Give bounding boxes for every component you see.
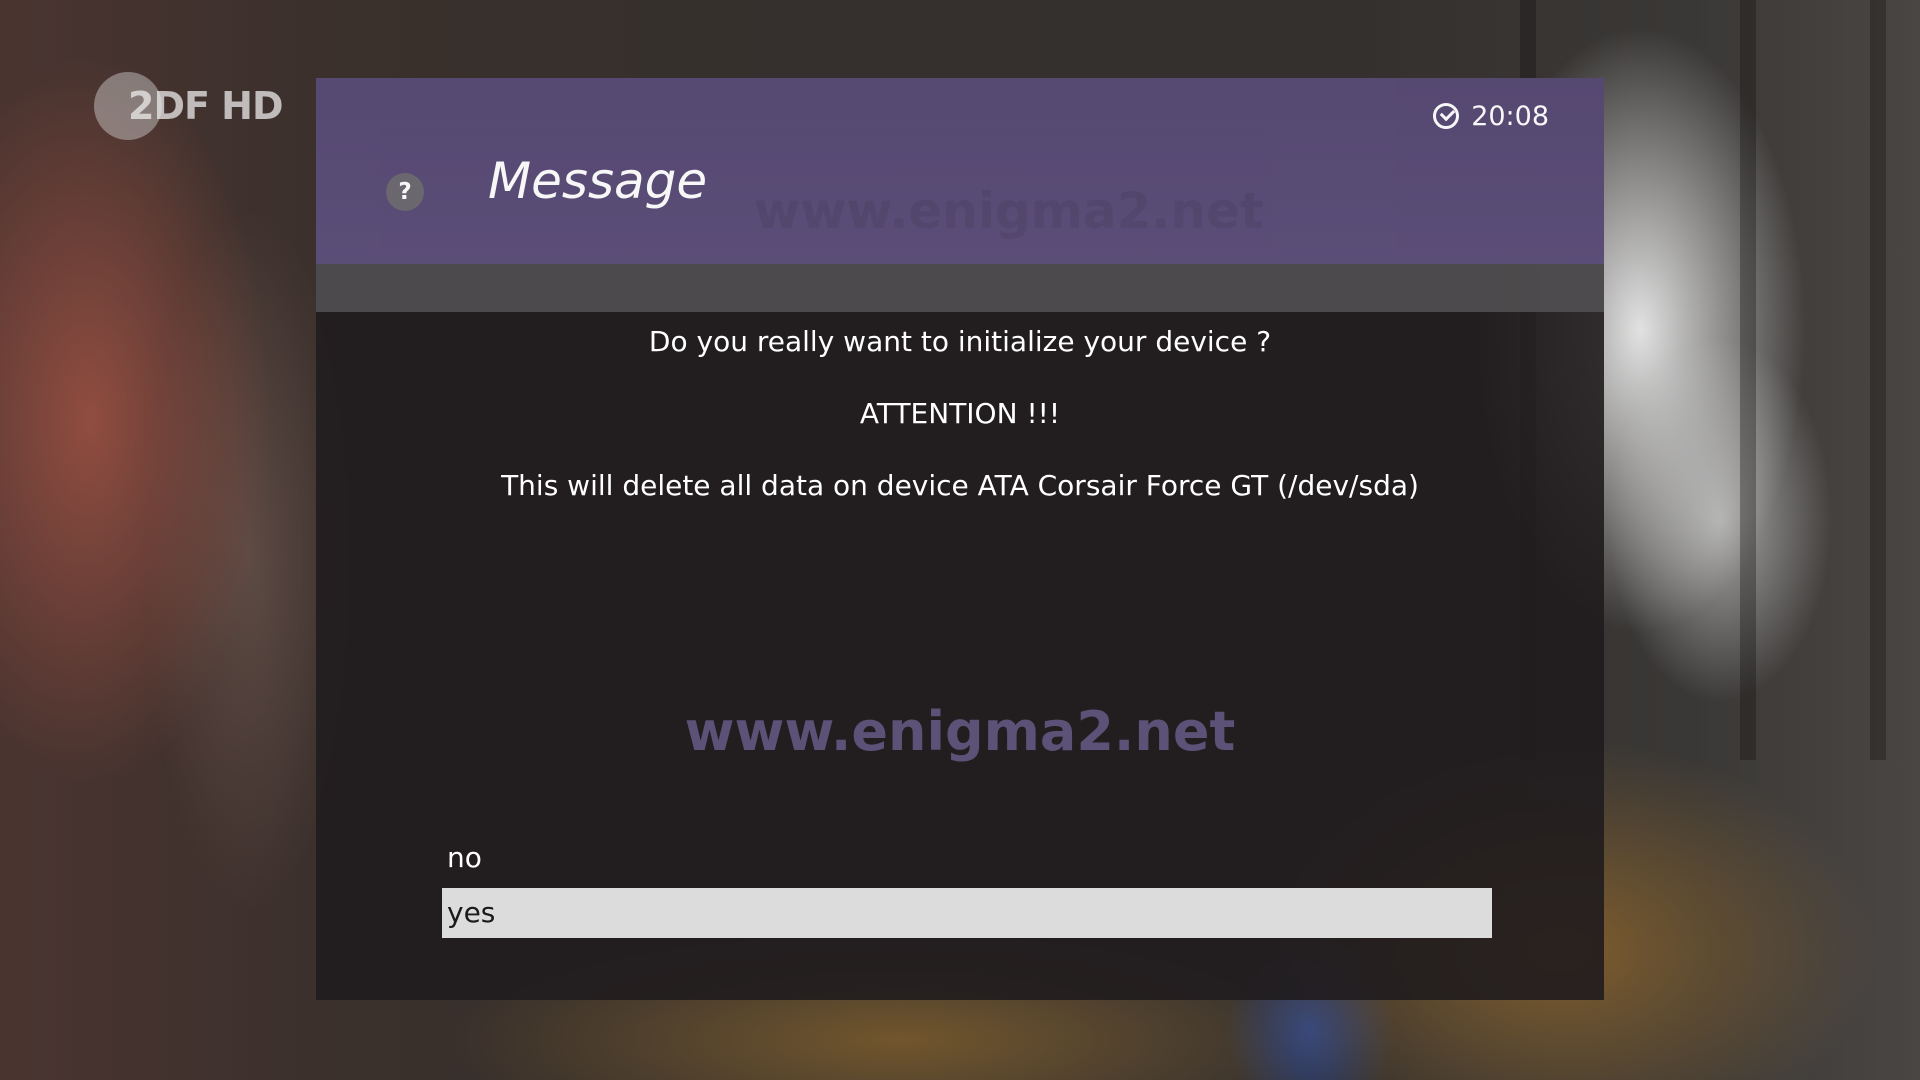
choice-no[interactable]: no — [442, 833, 1492, 883]
choice-yes[interactable]: yes — [442, 888, 1492, 938]
header-divider-bar — [316, 264, 1604, 312]
message-warning: This will delete all data on device ATA … — [501, 469, 1419, 502]
message-question: Do you really want to initialize your de… — [648, 325, 1272, 358]
message-attention: ATTENTION !!! — [859, 397, 1061, 430]
clock-icon — [1433, 103, 1460, 129]
clock-time: 20:08 — [1471, 100, 1549, 132]
dialog-header: ? Message www.enigma2.net 20:08 — [316, 78, 1604, 264]
watermark-header: www.enigma2.net — [754, 182, 1264, 240]
dialog-title: Message — [488, 152, 708, 210]
watermark-body: www.enigma2.net — [684, 700, 1236, 763]
channel-logo: 2DF HD — [94, 72, 294, 142]
logo-text: 2DF HD — [128, 84, 284, 128]
clock: 20:08 — [1433, 94, 1549, 138]
message-dialog: ? Message www.enigma2.net 20:08 Do you r… — [316, 78, 1604, 1000]
background-stripe — [1740, 0, 1756, 760]
background-stripe — [1870, 0, 1886, 760]
help-icon: ? — [386, 173, 424, 211]
